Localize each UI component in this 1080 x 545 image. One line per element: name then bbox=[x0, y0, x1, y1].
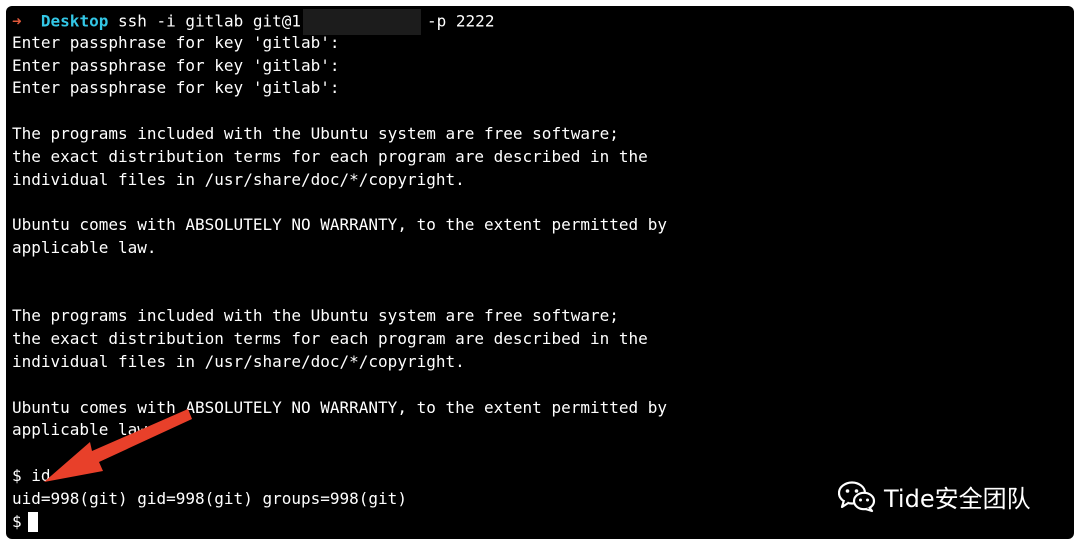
terminal-line: applicable law. bbox=[12, 420, 157, 440]
watermark: Tide安全团队 bbox=[838, 479, 1031, 514]
command-text-end: -p 2222 bbox=[427, 11, 495, 31]
terminal-window[interactable]: ➜ Desktop ssh -i gitlab git@1 -p 2222 Ent… bbox=[6, 6, 1074, 539]
terminal-line: individual files in /usr/share/doc/*/cop… bbox=[12, 169, 465, 189]
terminal-line: applicable law. bbox=[12, 237, 157, 257]
terminal-line: Enter passphrase for key 'gitlab': bbox=[12, 32, 340, 52]
output-lines: Enter passphrase for key 'gitlab': Enter … bbox=[12, 32, 667, 511]
command-line: ➜ Desktop ssh -i gitlab git@1 -p 2222 bbox=[12, 9, 667, 35]
terminal-line: individual files in /usr/share/doc/*/cop… bbox=[12, 351, 465, 371]
final-prompt-line[interactable]: $ bbox=[12, 511, 667, 534]
prompt-arrow-icon: ➜ bbox=[12, 11, 22, 31]
watermark-text: Tide安全团队 bbox=[884, 485, 1031, 513]
terminal-line: The programs included with the Ubuntu sy… bbox=[12, 123, 619, 143]
text-cursor bbox=[27, 512, 38, 533]
terminal-line: the exact distribution terms for each pr… bbox=[12, 146, 648, 166]
terminal-line: Enter passphrase for key 'gitlab': bbox=[12, 55, 340, 75]
command-text-start: ssh -i gitlab git@1 bbox=[117, 11, 302, 31]
terminal-line: uid=998(git) gid=998(git) groups=998(git… bbox=[12, 488, 407, 508]
terminal-line: Ubuntu comes with ABSOLUTELY NO WARRANTY… bbox=[12, 215, 668, 235]
terminal-output[interactable]: ➜ Desktop ssh -i gitlab git@1 -p 2222 Ent… bbox=[12, 9, 667, 533]
terminal-line: The programs included with the Ubuntu sy… bbox=[12, 306, 619, 326]
terminal-line: $ id bbox=[12, 465, 51, 485]
terminal-line: the exact distribution terms for each pr… bbox=[12, 329, 648, 349]
terminal-line: Enter passphrase for key 'gitlab': bbox=[12, 78, 340, 98]
terminal-line: Ubuntu comes with ABSOLUTELY NO WARRANTY… bbox=[12, 397, 668, 417]
current-directory: Desktop bbox=[40, 11, 109, 31]
wechat-icon bbox=[838, 480, 876, 512]
final-prompt: $ bbox=[12, 511, 22, 531]
